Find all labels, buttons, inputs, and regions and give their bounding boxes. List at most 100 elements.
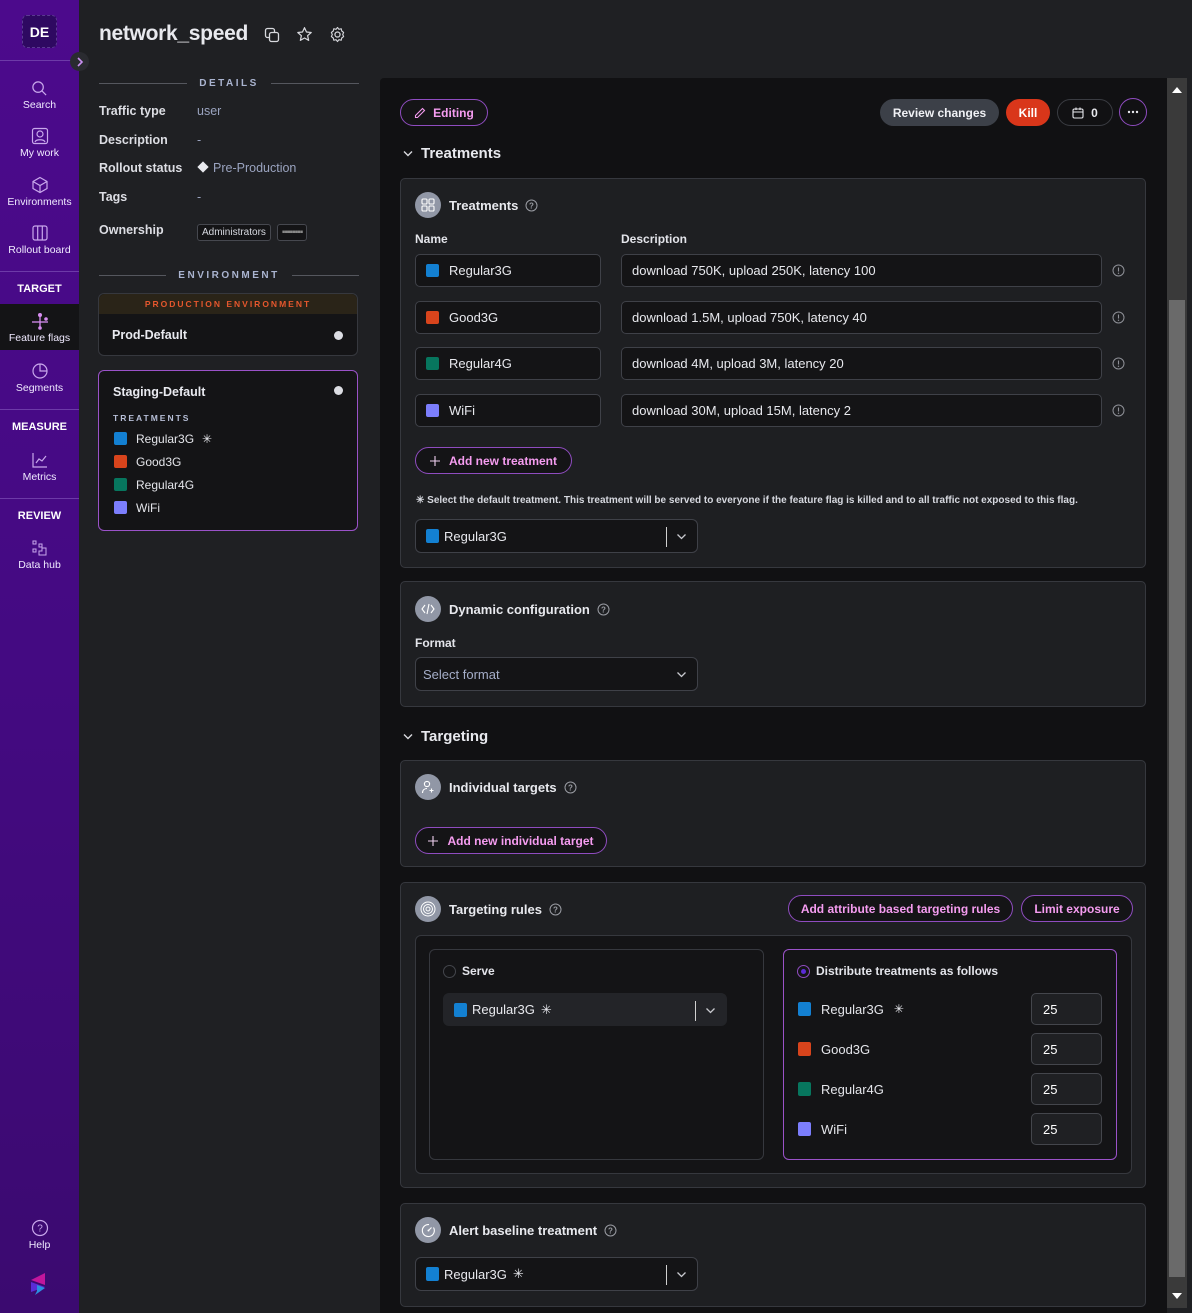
format-label: Format — [415, 636, 456, 650]
more-options-button[interactable] — [1119, 98, 1147, 126]
serve-treatment-select[interactable]: Regular3G ✳ — [443, 993, 727, 1026]
env-card-prod[interactable]: PRODUCTION ENVIRONMENT Prod-Default — [98, 293, 358, 356]
nav-expand-toggle[interactable] — [70, 52, 89, 71]
treatment-name-input[interactable]: Regular4G — [415, 347, 601, 380]
nav-label: Search — [22, 99, 57, 111]
distribute-label: Distribute treatments as follows — [816, 964, 999, 978]
chevron-right-icon — [76, 56, 83, 67]
user-avatar[interactable]: DE — [22, 15, 57, 48]
alert-circle-icon[interactable] — [1112, 404, 1125, 417]
nav-item-segments[interactable]: Segments — [0, 362, 79, 394]
rollout-status-text: Pre-Production — [213, 161, 297, 175]
nav-item-my-work[interactable]: My work — [0, 127, 79, 159]
details-heading: DETAILS — [199, 78, 259, 89]
help-circle-icon[interactable]: ? — [525, 199, 538, 212]
plus-icon — [428, 835, 439, 846]
help-circle-icon[interactable]: ? — [549, 903, 562, 916]
color-swatch[interactable] — [426, 311, 439, 324]
nav-divider — [0, 498, 79, 499]
alert-circle-icon[interactable] — [1112, 264, 1125, 277]
nav-item-data-hub[interactable]: Data hub — [0, 539, 79, 571]
env-card-staging[interactable]: Staging-Default TREATMENTS Regular3G ✳ Go… — [98, 370, 358, 531]
color-swatch — [114, 455, 127, 468]
alert-baseline-select[interactable]: Regular3G ✳ — [415, 1257, 698, 1291]
treatment-name-input[interactable]: Regular3G — [415, 254, 601, 287]
percent-input[interactable]: 25 — [1031, 1033, 1102, 1065]
svg-text:?: ? — [553, 905, 558, 914]
treatment-name-input[interactable]: WiFi — [415, 394, 601, 427]
nav-item-feature-flags[interactable]: Feature flags — [0, 304, 79, 350]
default-treatment-select[interactable]: Regular3G — [415, 519, 698, 553]
select-separator — [695, 1001, 696, 1021]
main-panel: Editing Review changes Kill 0 Treatments… — [380, 78, 1167, 1313]
owner-chip-redacted[interactable]: ▪▪▪▪▪▪▪▪ — [276, 224, 308, 241]
limit-exposure-button[interactable]: Limit exposure — [1021, 895, 1133, 922]
pie-icon — [31, 363, 48, 379]
nav-divider — [0, 271, 79, 272]
rollout-status-value[interactable]: Pre-Production — [197, 161, 296, 175]
env-treatment: Regular4G — [114, 473, 212, 496]
help-circle-icon[interactable]: ? — [597, 603, 610, 616]
pencil-icon — [415, 107, 426, 118]
nav-item-rollout-board[interactable]: Rollout board — [0, 224, 79, 256]
serve-radio[interactable] — [443, 965, 456, 979]
help-circle-icon[interactable]: ? — [604, 1224, 617, 1237]
treatments-section-toggle[interactable]: Treatments — [403, 145, 501, 162]
editing-button[interactable]: Editing — [400, 99, 488, 126]
serve-label: Serve — [462, 964, 495, 978]
distribute-radio[interactable] — [797, 965, 810, 979]
button-label: Add new individual target — [447, 833, 594, 848]
nav-item-metrics[interactable]: Metrics — [0, 451, 79, 483]
section-heading: Targeting — [421, 728, 489, 745]
treatment-description-input[interactable]: download 1.5M, upload 750K, latency 40 — [621, 301, 1102, 334]
color-swatch[interactable] — [426, 404, 439, 417]
color-swatch — [798, 1122, 811, 1136]
treatment-description-input[interactable]: download 750K, upload 250K, latency 100 — [621, 254, 1102, 287]
kill-button[interactable]: Kill — [1006, 99, 1050, 126]
nav-label: Help — [28, 1239, 51, 1251]
treatment-description-input[interactable]: download 4M, upload 3M, latency 20 — [621, 347, 1102, 380]
color-swatch[interactable] — [426, 357, 439, 370]
treatment-description-input[interactable]: download 30M, upload 15M, latency 2 — [621, 394, 1102, 427]
scroll-down-arrow-icon[interactable] — [1172, 1293, 1182, 1299]
nav-item-environments[interactable]: Environments — [0, 176, 79, 208]
scroll-up-arrow-icon[interactable] — [1172, 87, 1182, 93]
gear-icon[interactable] — [328, 25, 347, 44]
owner-chip[interactable]: Administrators — [197, 224, 271, 241]
svg-text:?: ? — [608, 1226, 613, 1235]
distribution-row: Regular4G 25 — [798, 1073, 1102, 1105]
individual-targets-card: Individual targets ? Add new individual … — [400, 760, 1146, 867]
serve-radio-row[interactable]: Serve — [443, 964, 495, 979]
percent-input[interactable]: 25 — [1031, 993, 1102, 1025]
treatment-name-input[interactable]: Good3G — [415, 301, 601, 334]
star-icon[interactable] — [295, 25, 314, 44]
copy-icon[interactable] — [262, 25, 281, 44]
calendar-icon — [1072, 107, 1084, 119]
add-attribute-rules-button[interactable]: Add attribute based targeting rules — [788, 895, 1013, 922]
ownership-chips: Administrators ▪▪▪▪▪▪▪▪ — [197, 224, 313, 241]
default-treatment-note: ✳ Select the default treatment. This tre… — [416, 495, 1078, 506]
alert-circle-icon[interactable] — [1112, 311, 1125, 324]
targeting-section-toggle[interactable]: Targeting — [403, 728, 488, 745]
calendar-button[interactable]: 0 — [1057, 99, 1113, 126]
env-treatment-list: Regular3G ✳ Good3G Regular4G WiFi — [114, 427, 212, 519]
nav-item-search[interactable]: Search — [0, 80, 79, 111]
nav-item-help[interactable]: ? Help — [0, 1219, 79, 1251]
scrollbar-thumb[interactable] — [1169, 300, 1185, 1277]
main-scrollbar[interactable] — [1167, 78, 1187, 1308]
color-swatch[interactable] — [426, 264, 439, 277]
card-title-text: Individual targets — [449, 779, 557, 795]
format-select[interactable]: Select format — [415, 657, 698, 691]
add-new-individual-target-button[interactable]: Add new individual target — [415, 827, 607, 854]
color-swatch — [426, 529, 439, 543]
distribute-radio-row[interactable]: Distribute treatments as follows — [797, 964, 999, 979]
percent-input[interactable]: 25 — [1031, 1073, 1102, 1105]
treatment-name: WiFi — [449, 403, 475, 418]
nav-label: Segments — [15, 382, 64, 394]
help-circle-icon[interactable]: ? — [564, 781, 577, 794]
review-changes-button[interactable]: Review changes — [880, 99, 999, 126]
alert-circle-icon[interactable] — [1112, 357, 1125, 370]
env-status-dot — [334, 386, 343, 395]
percent-input[interactable]: 25 — [1031, 1113, 1102, 1145]
add-new-treatment-button[interactable]: Add new treatment — [415, 447, 572, 474]
